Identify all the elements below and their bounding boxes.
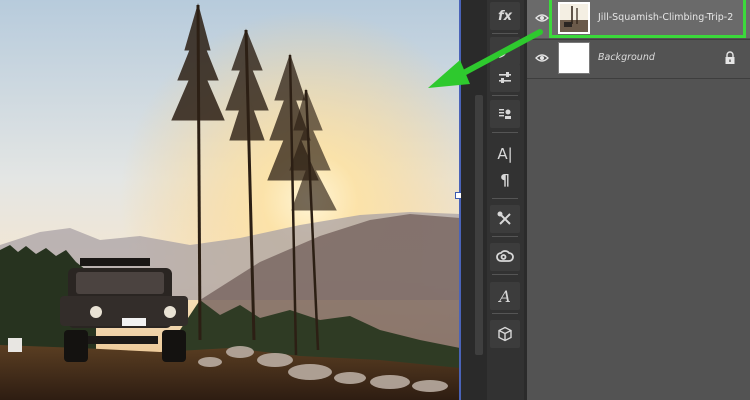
creative-cloud-icon[interactable]	[490, 243, 520, 271]
glyphs-glyph: A	[499, 286, 511, 306]
paragraph-icon[interactable]: ¶	[490, 166, 520, 194]
layer-name[interactable]: Background	[598, 52, 655, 63]
character-icon[interactable]: A|	[490, 140, 520, 168]
photo-landscape	[0, 0, 460, 400]
lock-icon[interactable]	[724, 51, 736, 65]
vertical-scrollbar[interactable]	[475, 95, 483, 355]
character-glyph: A|	[497, 145, 513, 163]
tool-divider	[492, 198, 518, 199]
annotation-arrow	[428, 29, 543, 88]
tools-icon[interactable]	[490, 205, 520, 233]
stamp-icon[interactable]	[490, 100, 520, 128]
tool-divider	[492, 313, 518, 314]
document-canvas[interactable]	[0, 0, 460, 400]
3d-cube-icon[interactable]	[490, 320, 520, 348]
tool-divider	[492, 132, 518, 133]
tool-divider	[492, 274, 518, 275]
paragraph-glyph: ¶	[500, 171, 510, 189]
tool-divider	[492, 236, 518, 237]
glyphs-icon[interactable]: A	[490, 282, 520, 310]
